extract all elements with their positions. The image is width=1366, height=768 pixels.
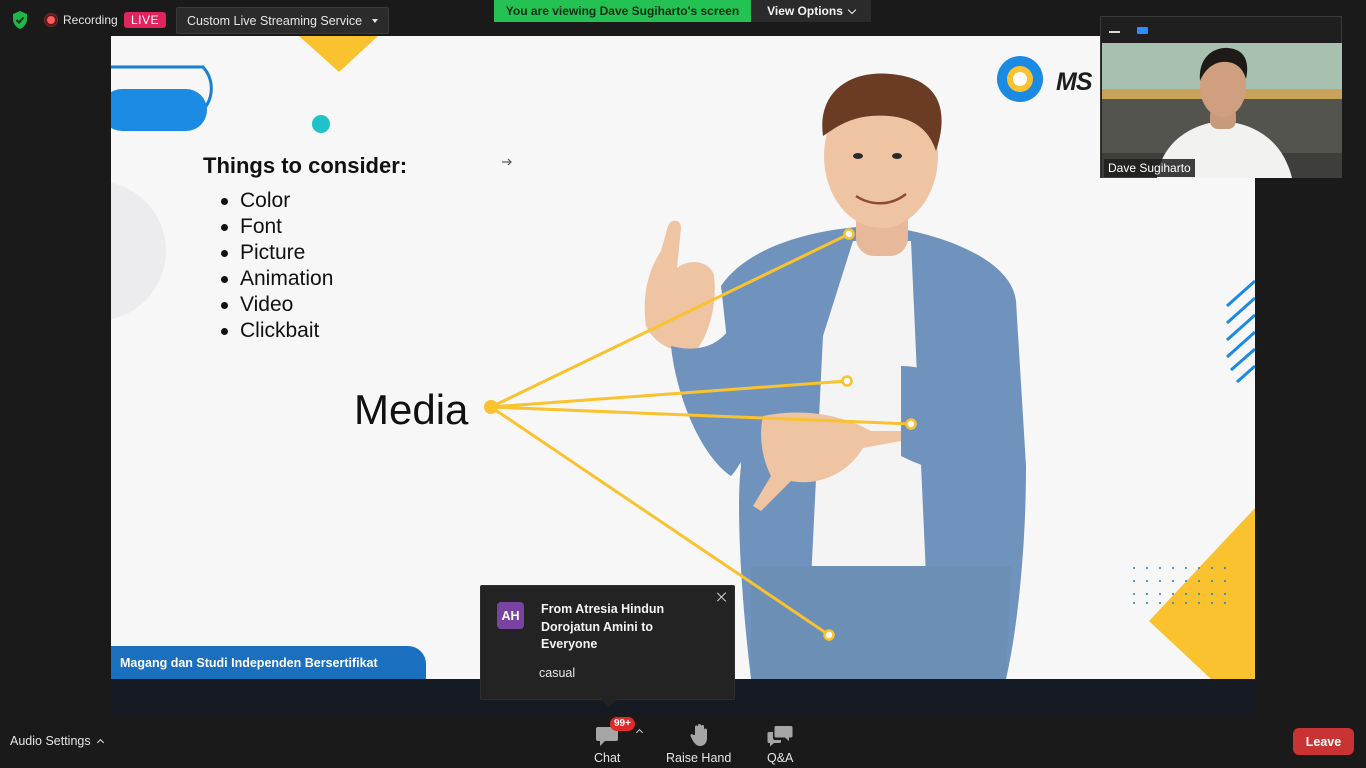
list-item: Video [221, 292, 333, 318]
zoom-webinar-window: Recording LIVE Custom Live Streaming Ser… [0, 0, 1366, 768]
chevron-up-icon[interactable] [635, 728, 644, 737]
viewing-banner: You are viewing Dave Sugiharto's screen [494, 0, 751, 22]
slide-footer: Magang dan Studi Independen Bersertifika… [111, 646, 426, 679]
slide-heading: Things to consider: [203, 153, 408, 178]
raise-hand-label: Raise Hand [666, 751, 732, 765]
recording-label: Recording [63, 13, 118, 27]
stream-service-dropdown[interactable]: Custom Live Streaming Service [176, 7, 390, 34]
list-item: Color [221, 188, 333, 214]
list-item: Animation [221, 266, 333, 292]
raise-hand-icon [690, 724, 707, 746]
leave-button[interactable]: Leave [1293, 728, 1354, 755]
avatar: AH [497, 602, 524, 629]
qa-label: Q&A [767, 751, 794, 765]
raise-hand-button[interactable]: Raise Hand [666, 721, 731, 765]
view-options-button[interactable]: View Options [751, 0, 871, 22]
list-item: Clickbait [221, 318, 333, 344]
recording-indicator[interactable]: Recording [45, 13, 118, 27]
video-feed: Dave Sugiharto [1102, 43, 1342, 178]
chat-unread-badge: 99+ [610, 717, 635, 731]
self-video-tile[interactable]: Dave Sugiharto [1100, 16, 1342, 178]
chat-message: casual [539, 666, 576, 680]
qa-button[interactable]: Q&A [767, 721, 793, 765]
close-icon[interactable] [717, 592, 727, 602]
stream-service-label: Custom Live Streaming Service [187, 13, 363, 28]
chat-label: Chat [594, 751, 621, 765]
view-options-label: View Options [767, 4, 843, 18]
view-switch-icon[interactable] [1137, 27, 1148, 34]
caret-down-icon [372, 18, 379, 23]
participant-name-tag: Dave Sugiharto [1104, 159, 1195, 177]
recording-dot-icon [45, 14, 57, 26]
qa-icon [767, 726, 793, 747]
list-item: Font [221, 214, 333, 240]
media-label: Media [354, 386, 469, 433]
chevron-up-icon [96, 738, 104, 747]
chevron-down-icon [847, 5, 857, 14]
audio-settings-label: Audio Settings [10, 734, 91, 748]
minimize-icon[interactable] [1109, 31, 1120, 33]
consider-list: Color Font Picture Animation Video Click… [221, 188, 333, 344]
shared-screen: Things to consider: Color Font Picture A… [111, 36, 1255, 679]
video-tile-header [1101, 17, 1341, 43]
chat-notification-popup[interactable]: AH From Atresia Hindun Dorojatun Amini t… [480, 585, 735, 707]
participant-video-image [1102, 43, 1342, 178]
slide-logo: MS [1056, 68, 1092, 96]
live-badge: LIVE [124, 12, 167, 28]
audio-settings-button[interactable]: Audio Settings [10, 734, 104, 748]
chat-sender: From Atresia Hindun Dorojatun Amini to E… [541, 602, 665, 651]
list-item: Picture [221, 240, 333, 266]
security-shield-icon[interactable] [12, 11, 28, 29]
slide-decorations [111, 36, 1255, 679]
